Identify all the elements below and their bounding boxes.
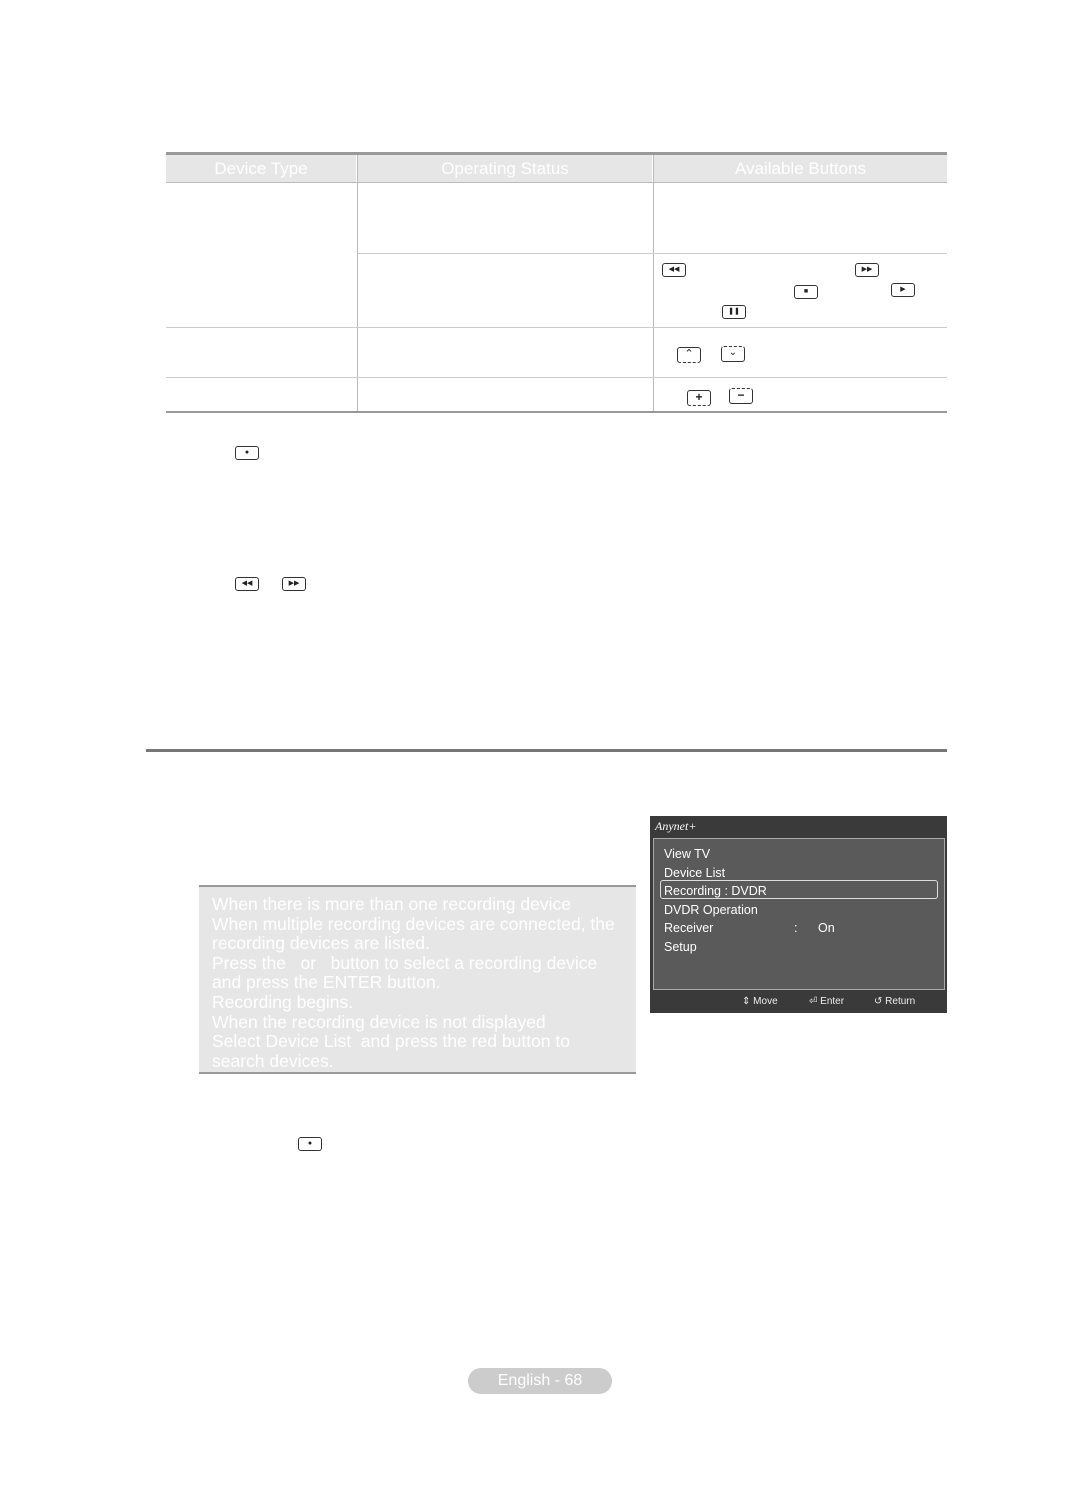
move-hint: ⇕ Move [742,996,778,1007]
page-number: English - 68 [468,1368,612,1394]
note-line: When multiple recording devices are conn… [212,913,615,934]
enter-hint: ⏎ Enter [809,996,844,1007]
volume-up-icon: + [687,390,711,406]
fast-forward-icon: ▶▶ [855,263,879,277]
menu-item-receiver[interactable]: Receiver [664,921,713,935]
divider [653,155,654,411]
anynet-logo: Anynet+ [655,819,697,833]
table-bottom-border [166,411,947,413]
channel-down-icon: ⌄ [721,346,745,362]
divider [357,253,947,254]
rewind-icon: ◀◀ [235,577,259,591]
return-icon: ↺ [874,996,883,1007]
divider [166,377,947,378]
note-line: Press the or button to select a recordin… [212,952,598,973]
note-box: When there is more than one recording de… [199,885,636,1074]
return-hint: ↺ Return [874,996,915,1007]
enter-icon: ⏎ [809,996,818,1007]
menu-list: View TV Device List Recording : DVDR DVD… [653,838,945,990]
receiver-separator: : [794,921,798,935]
note-line: Recording begins. [212,991,354,1012]
channel-up-icon: ⌃ [677,347,701,363]
move-label: Move [753,996,778,1007]
fast-forward-icon: ▶▶ [282,577,306,591]
note-line: search devices. [212,1050,334,1071]
receiver-value: On [818,921,835,935]
header-device-type: Device Type [166,155,356,182]
volume-down-icon: − [729,388,753,404]
header-operating-status: Operating Status [358,155,652,182]
menu-item-dvdr-operation[interactable]: DVDR Operation [664,903,758,917]
record-icon: ● [235,446,259,460]
note-line: Select Device List and press the red but… [212,1031,570,1052]
divider [357,155,358,411]
note-line: recording devices are listed. [212,933,430,954]
header-available-buttons: Available Buttons [654,155,947,182]
pause-icon: ❚❚ [722,305,746,319]
anynet-menu: Anynet+ View TV Device List Recording : … [650,816,947,1013]
section-rule [146,749,947,752]
enter-label: Enter [820,996,845,1007]
note-line: When the recording device is not display… [212,1011,546,1032]
divider [166,182,947,183]
menu-item-setup[interactable]: Setup [664,940,697,954]
updown-icon: ⇕ [742,996,751,1007]
menu-item-device-list[interactable]: Device List [664,866,725,880]
note-line: and press the ENTER button. [212,972,441,993]
play-icon: ▶ [891,283,915,297]
rewind-icon: ◀◀ [662,263,686,277]
menu-item-recording[interactable]: Recording : DVDR [664,884,767,898]
note-line: When there is more than one recording de… [212,894,571,914]
record-icon: ● [298,1137,322,1151]
menu-item-view-tv[interactable]: View TV [664,847,710,861]
return-label: Return [885,996,916,1007]
divider [166,327,947,328]
stop-icon: ■ [794,285,818,299]
manual-page: Device Type Operating Status Available B… [0,0,1080,1488]
